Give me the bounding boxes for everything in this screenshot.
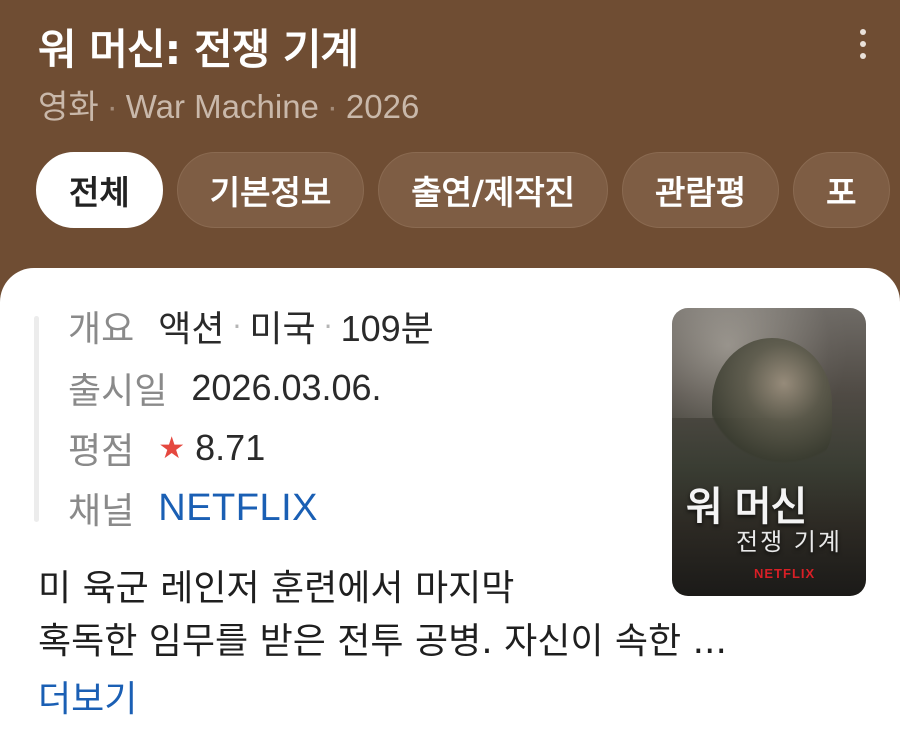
- poster-subtitle: 전쟁 기계: [736, 528, 842, 556]
- more-vertical-icon: [860, 41, 866, 47]
- overview-runtime: 109분: [340, 308, 434, 349]
- overview-separator: ·: [323, 309, 333, 343]
- rating-label: 평점: [68, 431, 135, 472]
- info-row-release: 출시일 2026.03.06.: [68, 360, 382, 416]
- movie-info-card: 개요 액션 · 미국 · 109분 출시일 2026.03.06. 평점 ★ 8…: [0, 268, 900, 738]
- rating-value: 8.71: [195, 427, 266, 468]
- release-date: 2026.03.06.: [191, 367, 382, 408]
- overview-country: 미국: [249, 309, 316, 350]
- section-tabs: 전체 기본정보 출연/제작진 관람평 포: [36, 152, 890, 230]
- info-row-rating: 평점 ★ 8.71: [68, 420, 265, 476]
- more-options-button[interactable]: [846, 22, 880, 66]
- overview-label: 개요: [68, 309, 135, 350]
- tab-reviews[interactable]: 관람평: [622, 152, 780, 228]
- subtitle-type: 영화: [38, 88, 99, 125]
- tab-basic-info[interactable]: 기본정보: [176, 152, 365, 228]
- tab-cast-crew[interactable]: 출연/제작진: [378, 152, 609, 228]
- subtitle-year: 2026: [345, 88, 420, 125]
- star-icon: ★: [158, 430, 186, 466]
- synopsis: 미 육군 레인저 훈련에서 마지막 혹독한 임무를 받은 전투 공병. 자신이 …: [38, 562, 858, 668]
- synopsis-line: 혹독한 임무를 받은 전투 공병. 자신이 속한 ...: [38, 621, 727, 662]
- info-row-channel: 채널 NETFLIX: [68, 480, 318, 536]
- subtitle-original-title: War Machine: [125, 88, 319, 125]
- subtitle-separator: ·: [106, 88, 118, 125]
- movie-subtitle: 영화 · War Machine · 2026: [38, 80, 419, 128]
- movie-poster[interactable]: 워 머신 전쟁 기계 NETFLIX: [672, 308, 866, 596]
- overview-genre: 액션: [158, 309, 225, 350]
- info-row-overview: 개요 액션 · 미국 · 109분: [68, 298, 434, 354]
- more-vertical-icon: [860, 29, 866, 35]
- more-vertical-icon: [860, 53, 866, 59]
- synopsis-line: 미 육군 레인저 훈련에서 마지막: [38, 568, 515, 609]
- tab-next-partial[interactable]: 포: [793, 152, 890, 228]
- subtitle-separator: ·: [326, 88, 338, 125]
- movie-title: 워 머신: 전쟁 기계: [38, 25, 359, 74]
- overview-separator: ·: [232, 309, 242, 343]
- release-label: 출시일: [68, 371, 168, 412]
- read-more-link[interactable]: 더보기: [38, 670, 137, 722]
- channel-link[interactable]: NETFLIX: [158, 487, 318, 530]
- tab-all[interactable]: 전체: [36, 152, 163, 228]
- channel-label: 채널: [68, 491, 135, 532]
- poster-soldier-figure: [712, 338, 832, 468]
- movie-header: 워 머신: 전쟁 기계 영화 · War Machine · 2026 전체 기본정보 …: [0, 0, 900, 268]
- info-divider: [34, 316, 39, 522]
